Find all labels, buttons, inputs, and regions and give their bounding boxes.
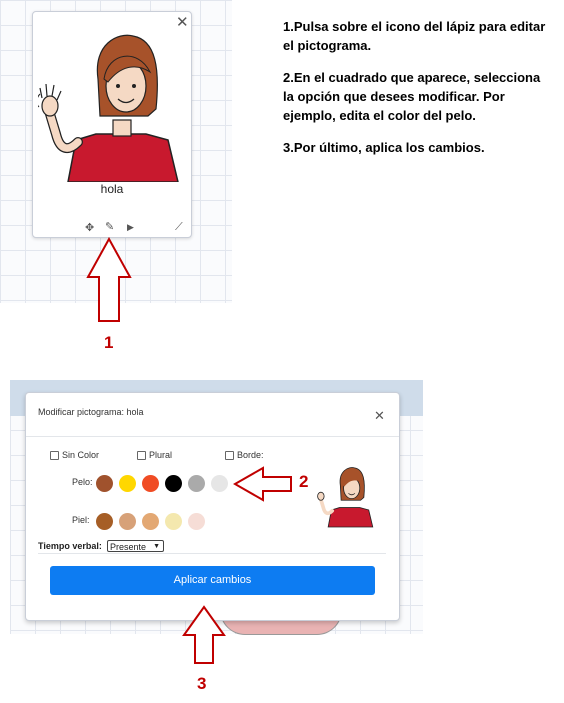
checkbox-box[interactable] — [137, 450, 146, 460]
plural-checkbox[interactable]: Plural — [137, 450, 172, 460]
callout-arrow-2 — [233, 466, 292, 502]
card-toolbar: ✥ ✎ ▶ ⟋ — [33, 221, 191, 237]
plural-label: Plural — [149, 450, 173, 460]
chevron-down-icon: ▼ — [153, 543, 160, 550]
divider — [26, 436, 399, 437]
hair-color-swatch[interactable] — [119, 475, 136, 492]
tiempo-verbal-label: Tiempo verbal: — [38, 541, 102, 551]
hair-color-swatch[interactable] — [188, 475, 205, 492]
borde-checkbox[interactable]: Borde: — [225, 450, 264, 460]
pictogram-preview-image — [317, 467, 374, 528]
play-icon[interactable]: ▶ — [127, 222, 134, 233]
hair-color-swatch[interactable] — [142, 475, 159, 492]
edit-pictogram-modal: Modificar pictograma: hola ✕ Sin Color P… — [25, 392, 400, 621]
skin-color-swatch[interactable] — [165, 513, 182, 530]
skin-color-swatch[interactable] — [119, 513, 136, 530]
checkbox-box[interactable] — [225, 450, 234, 460]
skin-color-swatch[interactable] — [188, 513, 205, 530]
instruction-step-1: 1.Pulsa sobre el icono del lápiz para ed… — [283, 19, 546, 53]
modal-close-icon[interactable]: ✕ — [374, 408, 385, 424]
instruction-step-2: 2.En el cuadrado que aparece, selecciona… — [283, 70, 541, 123]
hair-color-swatch[interactable] — [165, 475, 182, 492]
skin-color-swatch[interactable] — [96, 513, 113, 530]
pencil-icon[interactable]: ✎ — [105, 220, 114, 233]
callout-number-1: 1 — [104, 333, 114, 352]
pictogram-image — [38, 34, 179, 182]
callout-arrow-1 — [86, 237, 132, 322]
instructions: 1.Pulsa sobre el icono del lápiz para ed… — [283, 17, 553, 170]
sin-color-checkbox[interactable]: Sin Color — [50, 450, 99, 460]
hair-color-swatch[interactable] — [211, 475, 228, 492]
pictogram-label: hola — [100, 182, 124, 196]
piel-label: Piel: — [72, 515, 90, 525]
sin-color-label: Sin Color — [62, 450, 100, 460]
resize-icon[interactable]: ⟋ — [175, 221, 183, 234]
divider — [38, 553, 386, 554]
pelo-label: Pelo: — [72, 477, 93, 487]
hair-color-swatch[interactable] — [96, 475, 113, 492]
callout-number-3: 3 — [197, 674, 207, 693]
move-icon[interactable]: ✥ — [85, 221, 94, 234]
tiempo-verbal-value: Presente — [110, 542, 147, 552]
tiempo-verbal-select[interactable]: Presente ▼ — [107, 540, 164, 552]
pictogram-card[interactable]: ✕ hola ✥ ✎ ▶ ⟋ — [32, 11, 192, 238]
apply-changes-button[interactable]: Aplicar cambios — [50, 566, 375, 595]
callout-number-2: 2 — [299, 472, 309, 491]
checkbox-box[interactable] — [50, 450, 59, 460]
borde-label: Borde: — [237, 450, 264, 460]
modal-title: Modificar pictograma: hola — [38, 407, 144, 417]
skin-color-swatch[interactable] — [142, 513, 159, 530]
instruction-step-3: 3.Por último, aplica los cambios. — [283, 140, 485, 155]
callout-arrow-3 — [182, 605, 226, 664]
